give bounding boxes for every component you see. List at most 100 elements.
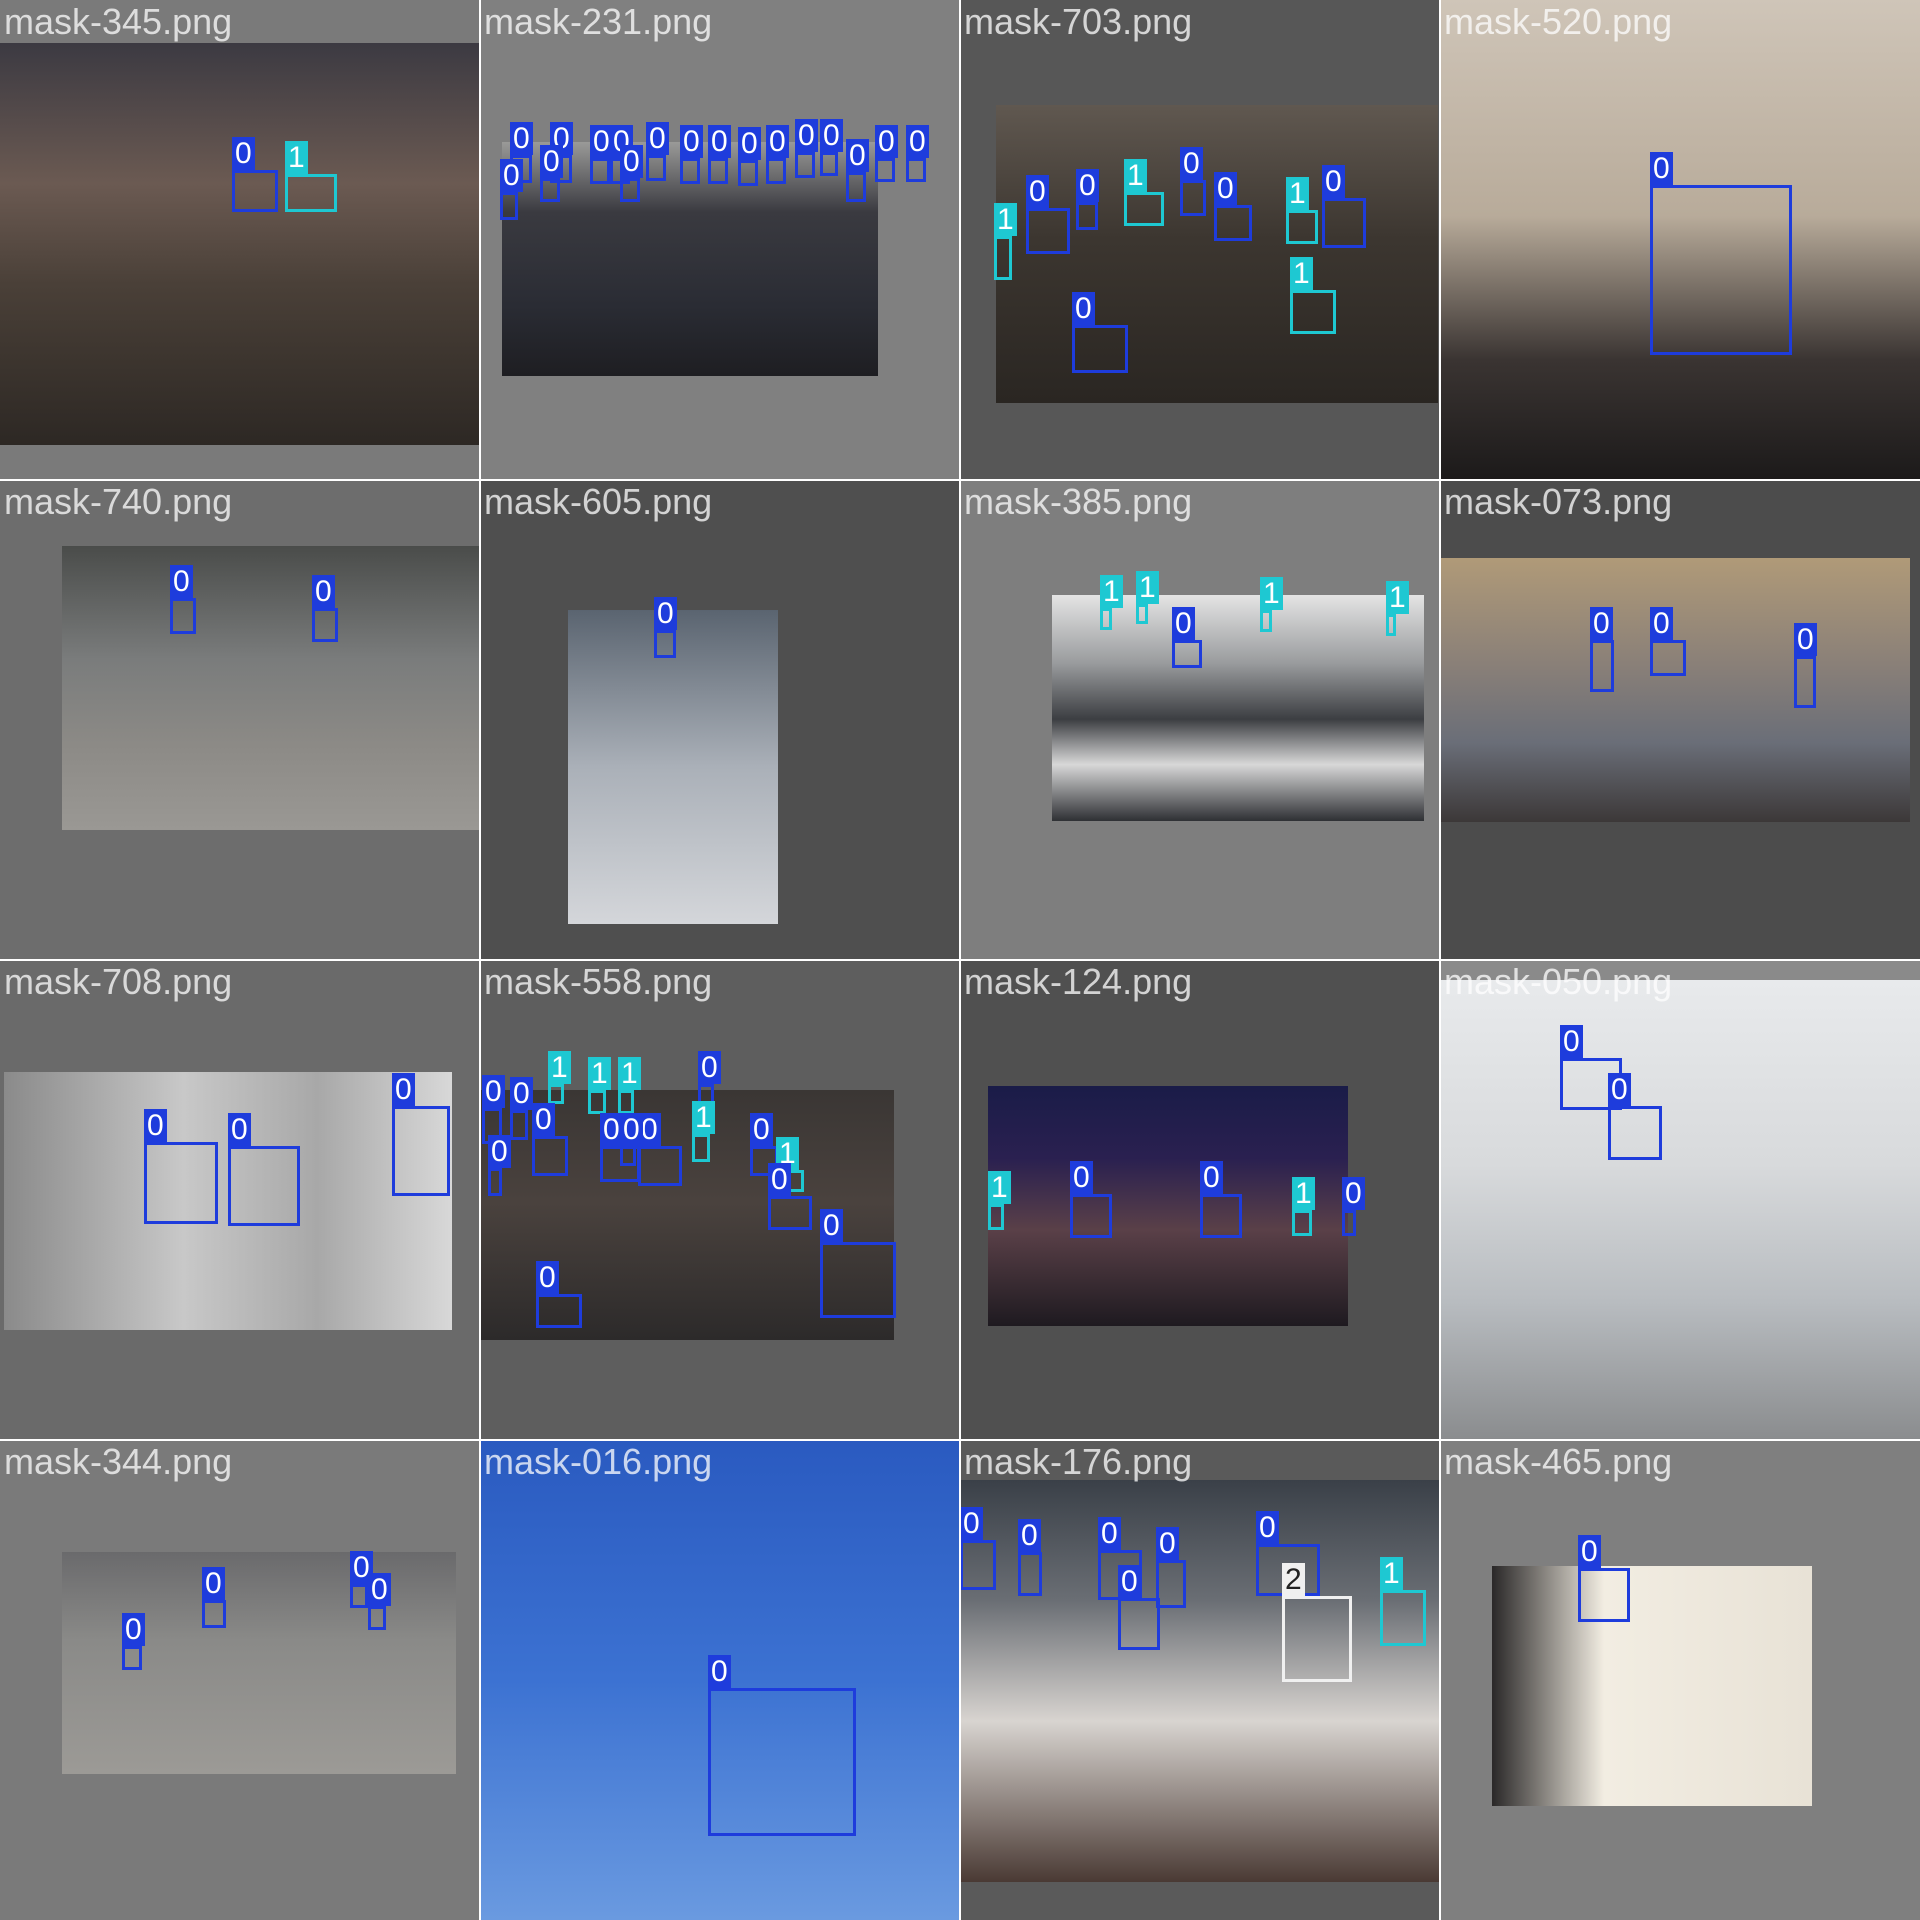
image-filename: mask-231.png: [484, 1, 713, 42]
class-label: 0: [540, 145, 563, 178]
detection-box: 1: [1380, 1557, 1426, 1646]
class-label: 0: [1794, 623, 1817, 656]
detection-box: 1: [994, 203, 1017, 280]
photo: [1440, 558, 1910, 822]
class-label: 0: [620, 145, 643, 178]
detection-box: 1: [588, 1057, 611, 1114]
image-filename: mask-345.png: [4, 1, 233, 42]
detection-box: 1: [548, 1051, 571, 1104]
class-label: 0: [1200, 1161, 1223, 1194]
class-label: 0: [488, 1135, 511, 1168]
class-label: 0: [1018, 1519, 1041, 1552]
image-tile: mask-345.png 0 1: [0, 0, 480, 480]
class-label: 1: [994, 203, 1017, 236]
class-label: 0: [1172, 607, 1195, 640]
class-label: 0: [1608, 1073, 1631, 1106]
class-label: 2: [1282, 1563, 1305, 1596]
class-label: 0: [1322, 165, 1345, 198]
class-label: 0: [738, 127, 761, 160]
image-filename: mask-073.png: [1444, 481, 1673, 522]
class-label: 0: [1070, 1161, 1093, 1194]
class-label: 0: [1578, 1535, 1601, 1568]
image-tile: mask-344.png 0 0 0 0: [0, 1440, 480, 1920]
image-tile: mask-050.png 0 0: [1440, 960, 1920, 1440]
class-label: 0: [1098, 1517, 1121, 1550]
detection-box: 0: [768, 1163, 812, 1230]
class-label: 0: [232, 137, 255, 170]
class-label: 0: [312, 575, 335, 608]
detection-box: 0: [1650, 152, 1792, 355]
detection-box: 0: [532, 1103, 568, 1176]
detection-box: 0: [144, 1109, 218, 1224]
detection-box: 1: [1136, 571, 1159, 624]
detection-box: 0: [170, 565, 196, 634]
detection-box: 0: [202, 1567, 226, 1628]
detection-box: 1: [1260, 577, 1283, 632]
image-tile: mask-703.png 1 0 0 1 0 0 1 0 1 0: [960, 0, 1440, 480]
detection-box: 0: [1342, 1177, 1365, 1236]
image-filename: mask-740.png: [4, 481, 233, 522]
detection-box: 0: [1608, 1073, 1662, 1160]
class-label: 0: [368, 1573, 391, 1606]
class-label: 0: [750, 1113, 773, 1146]
detection-box: 0: [820, 119, 843, 176]
class-label: 0: [500, 159, 523, 192]
detection-box: 0: [392, 1073, 450, 1196]
class-label: 0: [392, 1073, 415, 1106]
detection-box: 0: [680, 125, 703, 184]
image-filename: mask-385.png: [964, 481, 1193, 522]
detection-box: 0: [846, 139, 869, 202]
detection-box: 0: [540, 145, 563, 202]
class-label: 0: [620, 1113, 643, 1146]
detection-box: 0: [228, 1113, 300, 1226]
detection-box: 0: [1156, 1527, 1186, 1608]
detection-box: 0: [620, 145, 643, 202]
detection-box: 0: [738, 127, 761, 186]
class-label: 0: [1560, 1025, 1583, 1058]
photo: [0, 43, 480, 445]
image-tile: mask-385.png 1 1 1 0 1: [960, 480, 1440, 960]
detection-box: 1: [988, 1171, 1011, 1230]
detection-box: 0: [312, 575, 338, 642]
class-label: 1: [1380, 1557, 1403, 1590]
detection-box: 0: [766, 125, 789, 184]
class-label: 0: [1650, 152, 1673, 185]
class-label: 0: [536, 1261, 559, 1294]
image-filename: mask-605.png: [484, 481, 713, 522]
class-label: 0: [1590, 607, 1613, 640]
class-label: 0: [646, 122, 669, 155]
class-label: 1: [618, 1057, 641, 1090]
detection-box: 1: [1290, 257, 1336, 334]
detection-box: 0: [1172, 607, 1202, 668]
photo: [1492, 1566, 1812, 1806]
image-filename: mask-708.png: [4, 961, 233, 1002]
class-label: 1: [1292, 1177, 1315, 1210]
class-label: 0: [202, 1567, 225, 1600]
class-label: 0: [1156, 1527, 1179, 1560]
image-tile: mask-740.png 0 0: [0, 480, 480, 960]
detection-box: 0: [510, 1077, 533, 1140]
detection-box: 0: [1214, 172, 1252, 241]
detection-box: 0: [1180, 147, 1206, 216]
image-filename: mask-176.png: [964, 1441, 1193, 1482]
image-tile: mask-605.png 0: [480, 480, 960, 960]
class-label: 1: [1260, 577, 1283, 610]
detection-box: 0: [122, 1613, 145, 1670]
class-label: 0: [482, 1075, 505, 1108]
photo: [62, 546, 480, 830]
image-tile: mask-176.png 0 0 0 0 0 0 2 1: [960, 1440, 1440, 1920]
class-label: 1: [1136, 571, 1159, 604]
class-label: 0: [1180, 147, 1203, 180]
image-filename: mask-016.png: [484, 1441, 713, 1482]
detection-box: 0: [232, 137, 278, 212]
image-tile: mask-124.png 1 0 0 1 0: [960, 960, 1440, 1440]
class-label: 0: [875, 125, 898, 158]
detection-box: 1: [692, 1101, 715, 1162]
image-filename: mask-703.png: [964, 1, 1193, 42]
detection-box: 0: [820, 1209, 896, 1318]
detection-box: 0: [875, 125, 898, 182]
photo: [996, 105, 1438, 403]
class-label: 1: [1290, 257, 1313, 290]
image-tile: mask-520.png 0: [1440, 0, 1920, 480]
image-tile: mask-465.png 0: [1440, 1440, 1920, 1920]
